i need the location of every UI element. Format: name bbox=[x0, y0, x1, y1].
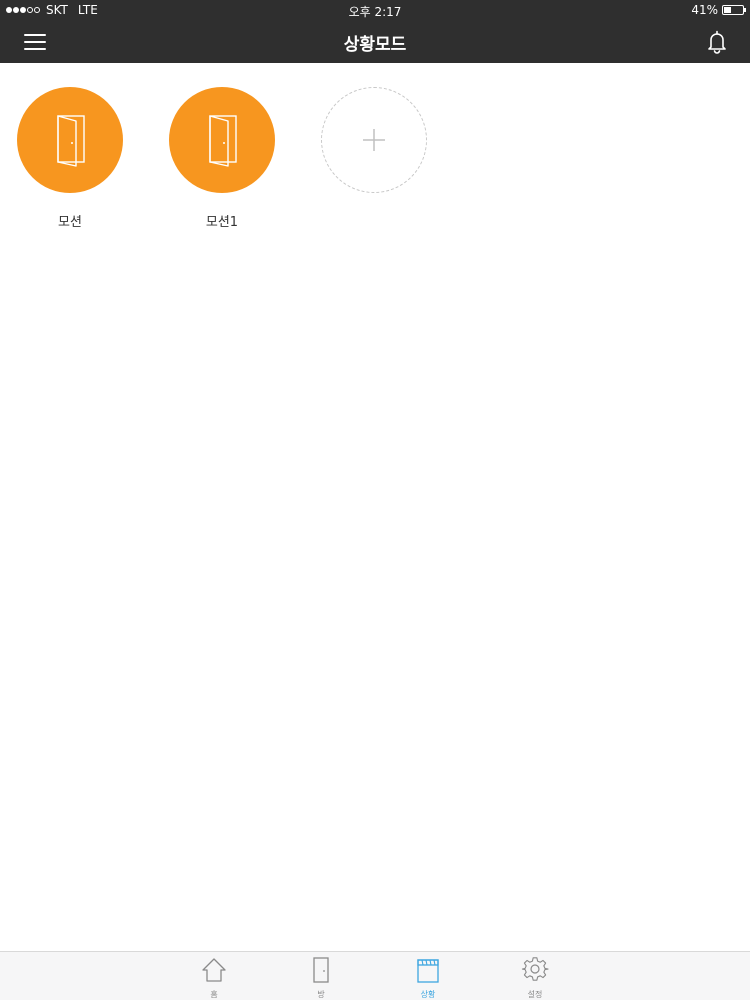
scene-circle bbox=[169, 87, 275, 193]
menu-line bbox=[24, 34, 46, 36]
scene-mode-screen: SKT LTE 오후 2:17 41% 상황모드 모션 모션1 홈 방 상황 설… bbox=[0, 0, 750, 1000]
status-bar: SKT LTE 오후 2:17 41% bbox=[0, 0, 750, 20]
tab-room[interactable]: 방 bbox=[291, 956, 351, 1000]
gear-icon bbox=[521, 957, 549, 981]
hamburger-menu-icon[interactable] bbox=[18, 28, 52, 56]
status-right: 41% bbox=[691, 3, 746, 17]
status-time: 오후 2:17 bbox=[348, 5, 402, 19]
door-icon bbox=[209, 115, 237, 167]
battery-fill bbox=[724, 7, 731, 13]
home-icon bbox=[202, 958, 226, 982]
scene-tile-motion[interactable]: 모션 bbox=[5, 87, 135, 230]
page-title: 상황모드 bbox=[343, 35, 407, 55]
door-icon bbox=[57, 115, 85, 167]
plus-icon bbox=[363, 129, 385, 151]
clapperboard-icon bbox=[417, 959, 439, 983]
menu-line bbox=[24, 48, 46, 50]
tab-bar: 홈 방 상황 설정 bbox=[0, 951, 750, 1000]
battery-percent: 41% bbox=[691, 3, 718, 17]
tab-home[interactable]: 홈 bbox=[184, 956, 244, 1000]
scene-label: 모션 bbox=[58, 215, 82, 230]
tab-label: 설정 bbox=[527, 990, 543, 999]
add-scene-button[interactable] bbox=[309, 87, 439, 193]
add-scene-circle bbox=[321, 87, 427, 193]
scene-tile-motion1[interactable]: 모션1 bbox=[157, 87, 287, 230]
bell-icon[interactable] bbox=[702, 27, 732, 57]
menu-line bbox=[24, 41, 46, 43]
tab-scene[interactable]: 상황 bbox=[398, 956, 458, 1000]
scene-label: 모션1 bbox=[205, 215, 239, 230]
battery-icon bbox=[722, 5, 746, 15]
tab-settings[interactable]: 설정 bbox=[505, 956, 565, 1000]
tab-label: 홈 bbox=[210, 990, 218, 999]
tab-label: 방 bbox=[317, 990, 325, 999]
scene-circle bbox=[17, 87, 123, 193]
door-icon bbox=[313, 957, 329, 983]
tab-label: 상황 bbox=[420, 990, 436, 999]
nav-bar: 상황모드 bbox=[0, 20, 750, 63]
